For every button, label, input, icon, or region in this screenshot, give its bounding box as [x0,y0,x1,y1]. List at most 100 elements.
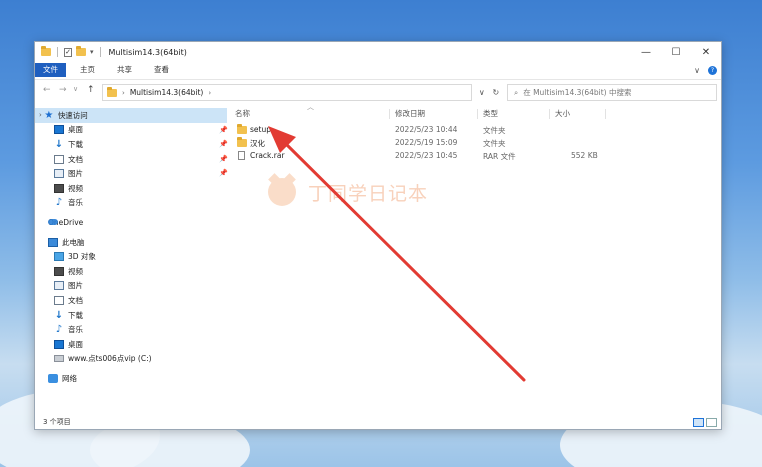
breadcrumb-separator-icon[interactable]: › [122,89,125,97]
file-list: ︿ 名称 修改日期 类型 大小 setup 2022/5/23 10:44 文件… [231,103,719,413]
download-icon: ↓ [54,309,64,321]
pin-icon: 📌 [219,154,228,163]
customize-toolbar-chevron-icon[interactable]: ▾ [90,48,94,56]
sidebar-item-label: 文档 [68,295,83,305]
breadcrumb-item[interactable]: Multisim14.3(64bit) [130,88,204,97]
music-icon: ♪ [55,197,63,209]
sidebar-item-videos[interactable]: 视频 [35,181,227,196]
sidebar-item-label: 快速访问 [57,110,88,120]
explorer-window: ✓ ▾ Multisim14.3(64bit) — ☐ ✕ 文件 主页 共享 查… [34,41,722,430]
sidebar-item-documents[interactable]: 文档 📌 [35,152,228,167]
sidebar-item-pictures[interactable]: 图片 📌 [35,166,228,181]
sidebar-item-music[interactable]: ♪ 音乐 [35,196,227,211]
picture-icon [54,281,64,291]
file-size: 552 KB [571,151,598,160]
folder-icon [41,46,51,56]
onedrive-cloud-icon [48,219,58,226]
maximize-button[interactable]: ☐ [661,42,691,62]
sidebar-item-quick-access[interactable]: › ★ 快速访问 [35,108,227,123]
document-icon [54,295,64,305]
cat-logo-icon [268,178,296,206]
watermark-text: 丁同学日记本 [308,182,429,205]
sidebar-item-label: 视频 [68,266,83,276]
file-date: 2022/5/23 10:45 [395,151,458,160]
sidebar-item-network[interactable]: 网络 [35,371,227,386]
sidebar-item-pc-downloads[interactable]: ↓ 下载 [35,308,227,323]
sidebar-item-label: 下载 [68,310,83,320]
minimize-button[interactable]: — [631,42,661,62]
close-button[interactable]: ✕ [691,42,721,62]
sidebar-item-pc-music[interactable]: ♪ 音乐 [35,322,227,337]
address-dropdown-chevron-icon[interactable]: ∨ [479,88,485,97]
column-header-size[interactable]: 大小 [555,108,570,119]
large-icons-view-icon[interactable] [706,418,717,427]
sidebar-item-label: 图片 [68,281,83,291]
video-icon [54,183,64,193]
sidebar-item-label: 音乐 [68,325,83,335]
sidebar-item-downloads[interactable]: ↓ 下载 📌 [35,137,228,152]
refresh-icon[interactable]: ↻ [492,88,499,97]
sidebar-item-onedrive[interactable]: OneDrive [35,215,227,230]
video-icon [54,266,64,276]
column-header-date[interactable]: 修改日期 [395,108,425,119]
file-name: 汉化 [250,139,265,148]
sidebar-item-desktop[interactable]: 桌面 📌 [35,123,228,138]
sidebar-item-label: www.点ts006点vip (C:) [68,354,152,364]
pin-icon: 📌 [219,125,228,134]
search-icon: ⌕ [514,87,519,97]
search-placeholder: 在 Multisim14.3(64bit) 中搜索 [523,88,632,97]
watermark: 丁同学日记本 [268,178,428,206]
computer-icon [48,237,58,247]
up-arrow-icon[interactable]: ↑ [87,85,95,95]
file-type: RAR 文件 [483,152,516,161]
item-count: 3 个项目 [43,418,71,426]
back-arrow-icon[interactable]: ← [43,85,51,95]
file-row-chinese-patch[interactable]: 汉化 2022/5/19 15:09 文件夹 [231,137,719,150]
sidebar-item-this-pc[interactable]: 此电脑 [35,235,227,250]
forward-arrow-icon[interactable]: → [59,85,67,95]
search-input[interactable]: ⌕ 在 Multisim14.3(64bit) 中搜索 [507,84,717,101]
tab-share[interactable]: 共享 [109,63,140,77]
file-name: Crack.rar [250,151,285,160]
file-date: 2022/5/19 15:09 [395,138,458,147]
sidebar-item-c-drive[interactable]: www.点ts006点vip (C:) [35,352,227,367]
sidebar-item-label: 此电脑 [62,237,85,247]
drive-icon [54,355,64,363]
recent-locations-chevron-icon[interactable]: ∨ [73,85,78,93]
title-bar: ✓ ▾ Multisim14.3(64bit) — ☐ ✕ [35,42,721,62]
column-header-type[interactable]: 类型 [483,108,498,119]
sidebar-item-label: 图片 [68,169,83,179]
file-type: 文件夹 [483,139,506,148]
sidebar-item-label: 文档 [68,154,83,164]
breadcrumb-separator-icon[interactable]: › [208,89,211,97]
tab-view[interactable]: 查看 [146,63,177,77]
expand-ribbon-chevron-icon[interactable]: ∨ [694,66,700,75]
address-bar[interactable]: › Multisim14.3(64bit) › [102,84,472,101]
file-row-crack-rar[interactable]: Crack.rar 2022/5/23 10:45 RAR 文件 552 KB [231,150,719,163]
download-icon: ↓ [54,138,64,150]
sidebar-item-label: 下载 [68,139,83,149]
sidebar-item-pc-documents[interactable]: 文档 [35,293,227,308]
chevron-down-icon[interactable]: › [39,111,42,119]
column-header-name[interactable]: 名称 [235,108,250,119]
details-view-icon[interactable] [693,418,704,427]
help-icon[interactable]: ? [708,65,717,75]
sidebar-item-3d-objects[interactable]: 3D 对象 [35,249,227,264]
sidebar-item-pc-pictures[interactable]: 图片 [35,279,227,294]
folder-icon [237,124,247,134]
properties-icon[interactable]: ✓ [64,47,72,57]
document-icon [54,154,64,164]
status-bar: 3 个项目 [35,415,721,429]
network-icon [48,373,58,383]
sidebar-item-pc-desktop[interactable]: 桌面 [35,337,227,352]
sidebar-item-label: 音乐 [68,198,83,208]
column-header: ︿ 名称 修改日期 类型 大小 [231,103,719,120]
star-icon: ★ [44,109,54,121]
sidebar-item-label: 网络 [62,373,77,383]
tab-file[interactable]: 文件 [35,63,66,77]
file-row-setup[interactable]: setup 2022/5/23 10:44 文件夹 [231,124,719,137]
new-folder-icon[interactable] [76,46,86,56]
sidebar-item-pc-videos[interactable]: 视频 [35,264,227,279]
tab-home[interactable]: 主页 [72,63,103,77]
sidebar-item-label: 桌面 [68,339,83,349]
